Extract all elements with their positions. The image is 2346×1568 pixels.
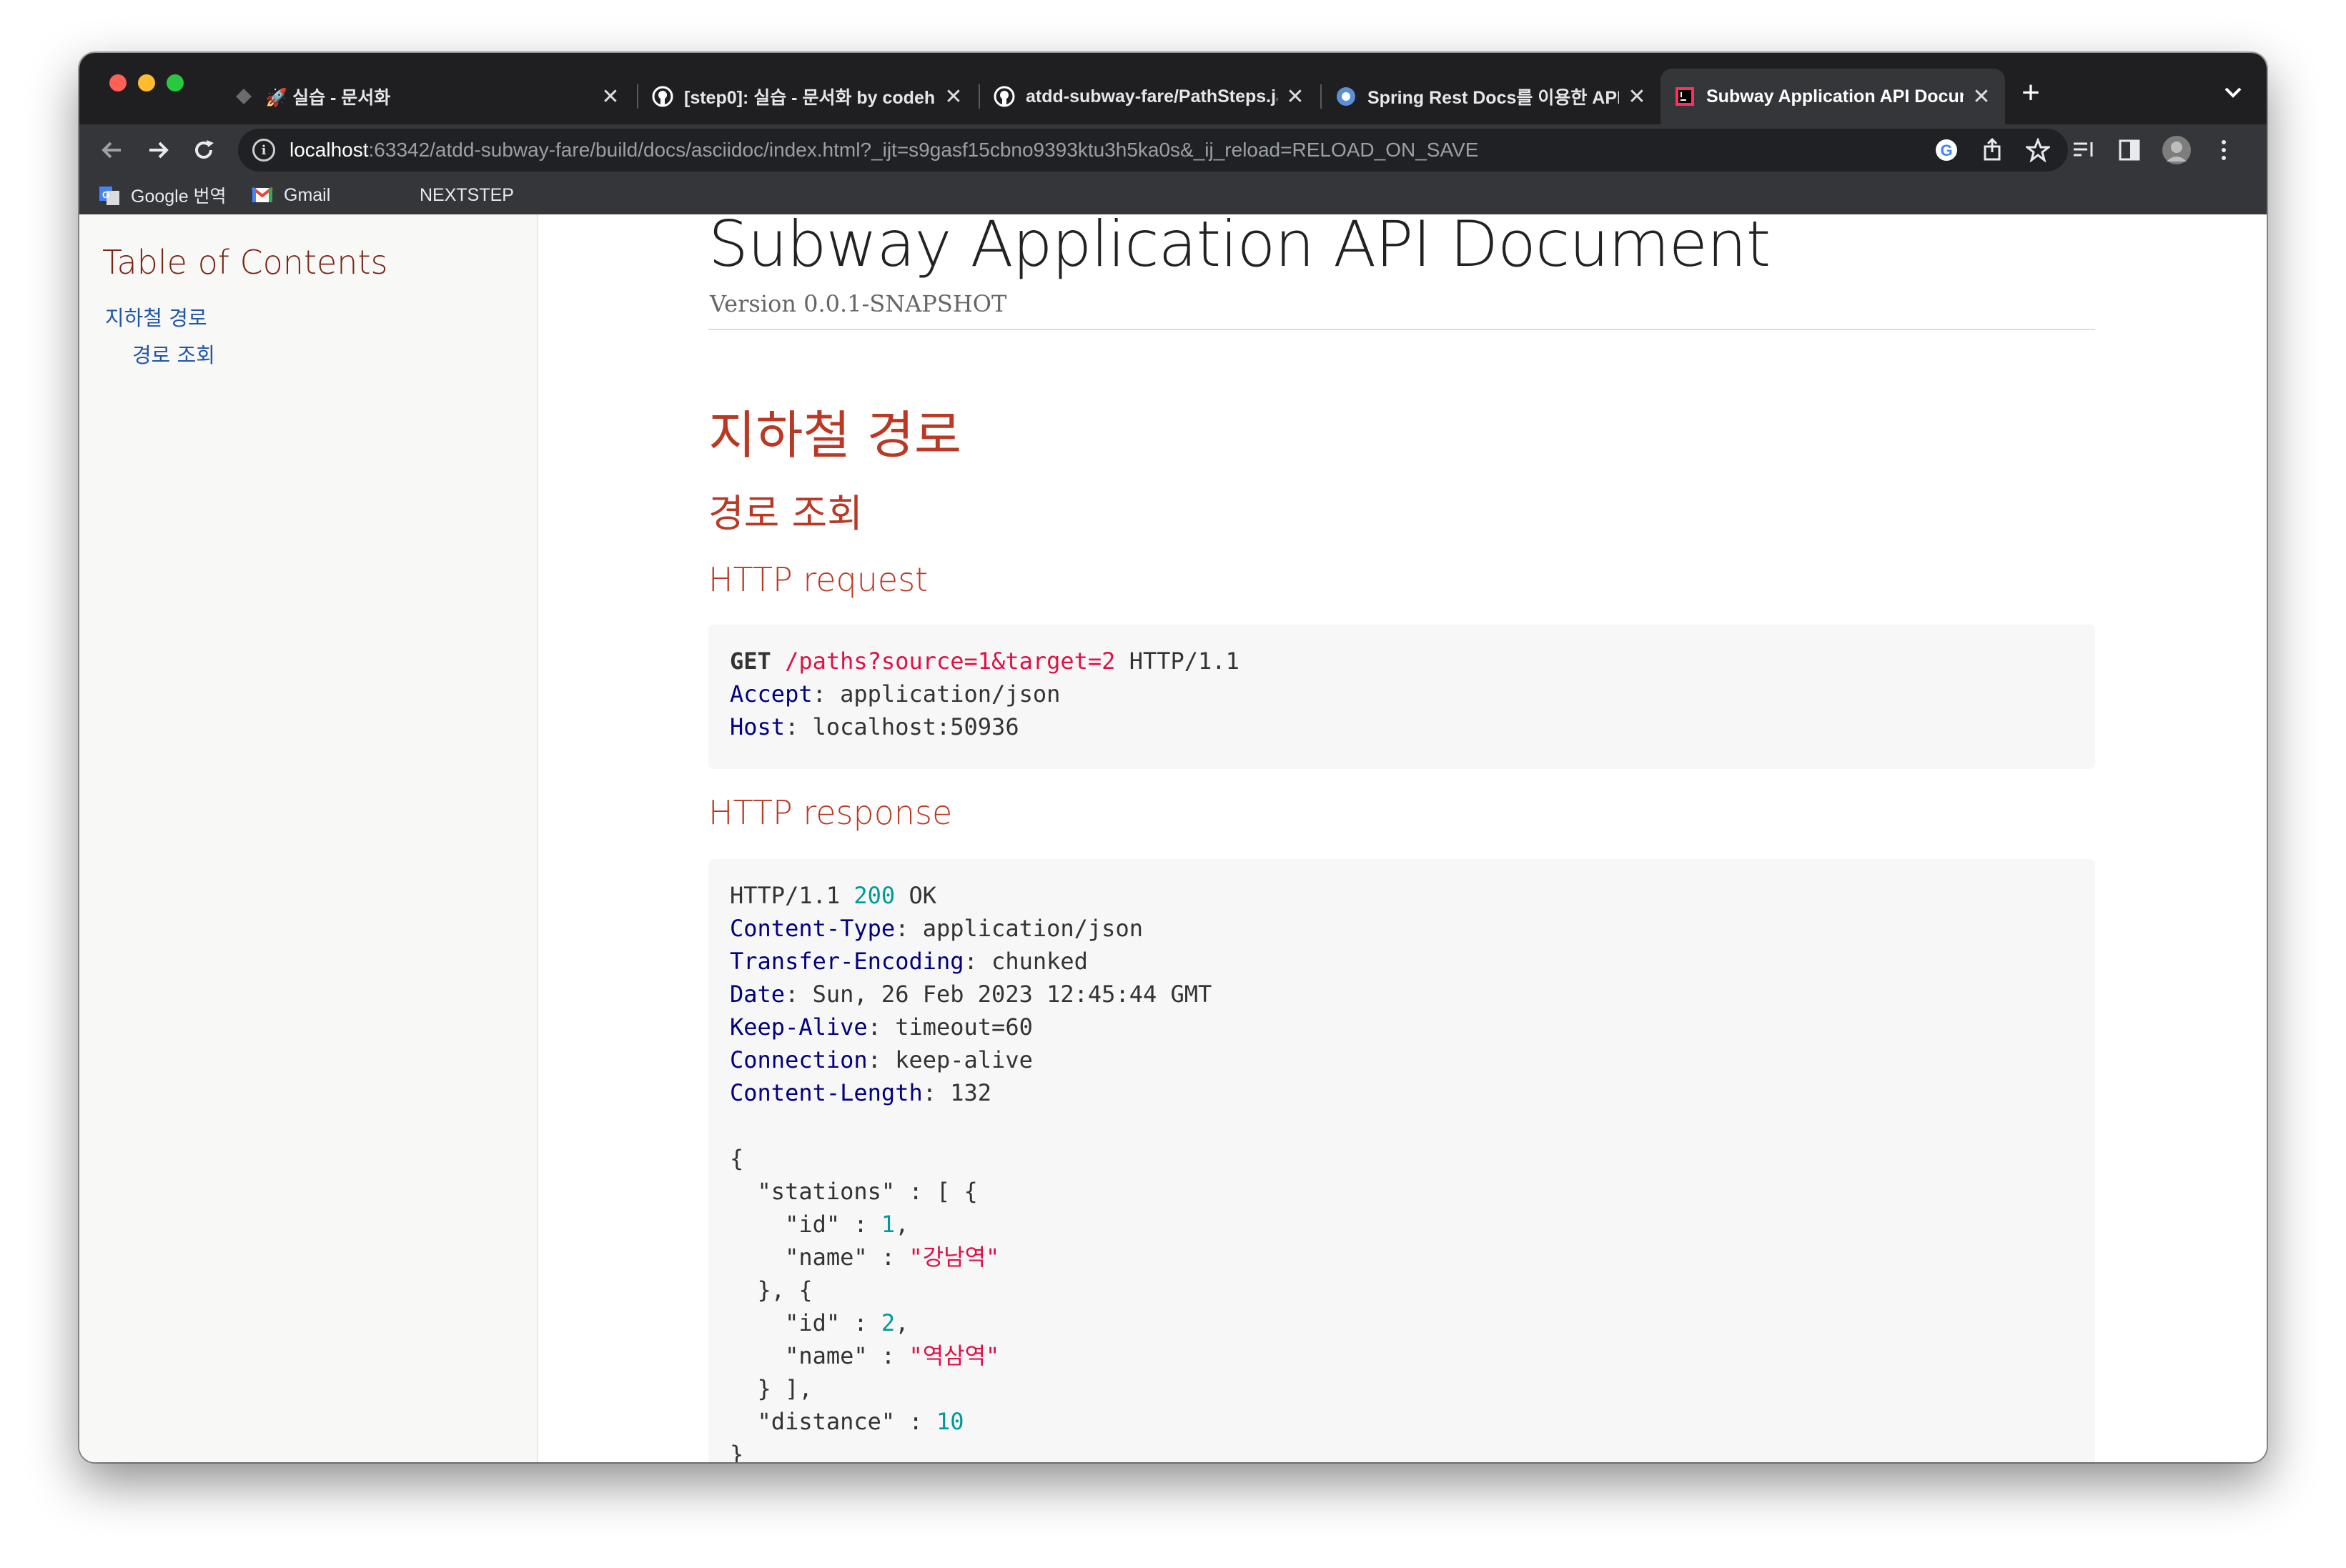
toc-title: Table of Contents bbox=[102, 243, 388, 282]
svg-text:G: G bbox=[1940, 142, 1952, 159]
reload-icon bbox=[195, 140, 214, 159]
address-bar[interactable]: i localhost:63342/atdd-subway-fare/build… bbox=[238, 129, 2068, 172]
http-response-heading: HTTP response bbox=[708, 793, 953, 832]
bookmark-gmail[interactable]: Gmail bbox=[251, 182, 330, 209]
arrow-left-icon bbox=[102, 142, 121, 159]
tab-subway-api-doc[interactable]: Subway Application API Docum ✕ bbox=[1660, 69, 2005, 124]
bookmark-star-icon[interactable] bbox=[2021, 133, 2055, 167]
close-icon[interactable]: ✕ bbox=[1626, 84, 1648, 109]
toc-sidebar: Table of Contents 지하철 경로 경로 조회 bbox=[79, 214, 538, 1462]
forward-button[interactable] bbox=[139, 132, 177, 169]
info-icon[interactable]: i bbox=[252, 139, 275, 162]
menu-icon[interactable] bbox=[2207, 133, 2241, 167]
google-icon[interactable]: G bbox=[1929, 133, 1964, 167]
minimize-window-button[interactable] bbox=[138, 74, 155, 91]
tab-search-button[interactable] bbox=[2215, 74, 2251, 110]
close-icon[interactable]: ✕ bbox=[600, 84, 621, 109]
tab-label: Subway Application API Docum bbox=[1706, 86, 1964, 106]
google-translate-icon: G bbox=[98, 184, 121, 207]
github-icon bbox=[651, 85, 674, 108]
close-window-button[interactable] bbox=[109, 74, 127, 91]
tab-label: 🚀 실습 - 문서화 bbox=[265, 88, 391, 108]
http-request-listing: GET /paths?source=1&target=2 HTTP/1.1 Ac… bbox=[708, 625, 2095, 769]
chevron-down-icon bbox=[2224, 87, 2242, 98]
close-icon[interactable]: ✕ bbox=[943, 84, 964, 109]
maximize-window-button[interactable] bbox=[167, 74, 184, 91]
share-icon[interactable] bbox=[1975, 133, 2009, 167]
section-heading: 지하철 경로 bbox=[708, 405, 962, 465]
browser-window: 🚀 실습 - 문서화 ✕ [step0]: 실습 - 문서화 by codehc… bbox=[79, 53, 2267, 1462]
toolbar: i localhost:63342/atdd-subway-fare/build… bbox=[79, 124, 2267, 176]
url-text[interactable]: localhost:63342/atdd-subway-fare/build/d… bbox=[289, 139, 1478, 162]
subsection-heading: 경로 조회 bbox=[708, 491, 863, 536]
bookmarks-bar: G Google 번역 Gmail NEXTSTEP bbox=[79, 176, 2267, 216]
avatar[interactable] bbox=[2159, 133, 2194, 167]
intellij-icon bbox=[1673, 85, 1696, 108]
spring-icon bbox=[1335, 85, 1357, 108]
tab-github-step0[interactable]: [step0]: 실습 - 문서화 by codehc ✕ bbox=[638, 69, 977, 124]
close-icon[interactable]: ✕ bbox=[1285, 84, 1306, 109]
toc-link-subway-path[interactable]: 지하철 경로 bbox=[105, 302, 207, 332]
tab-spring-rest-docs[interactable]: Spring Rest Docs를 이용한 API 문 ✕ bbox=[1322, 69, 1660, 124]
tab-github-pathsteps[interactable]: atdd-subway-fare/PathSteps.ja ✕ bbox=[980, 69, 1319, 124]
page-content: Table of Contents 지하철 경로 경로 조회 Subway Ap… bbox=[79, 214, 2267, 1462]
side-panel-icon[interactable] bbox=[2112, 133, 2147, 167]
new-tab-button[interactable]: + bbox=[2009, 71, 2052, 114]
svg-text:G: G bbox=[102, 189, 109, 200]
http-response-listing: HTTP/1.1 200 OK Content-Type: applicatio… bbox=[708, 859, 2095, 1462]
bookmark-label: NEXTSTEP bbox=[420, 184, 514, 205]
close-icon[interactable]: ✕ bbox=[1971, 84, 1992, 109]
tab-practice-docs[interactable]: 🚀 실습 - 문서화 ✕ bbox=[219, 69, 634, 124]
nextstep-icon bbox=[387, 184, 410, 207]
divider bbox=[708, 329, 2095, 330]
bookmark-label: Gmail bbox=[284, 184, 331, 205]
bookmark-label: Google 번역 bbox=[131, 187, 227, 207]
gmail-icon bbox=[251, 184, 274, 207]
tab-strip: 🚀 실습 - 문서화 ✕ [step0]: 실습 - 문서화 by codehc… bbox=[79, 53, 2267, 124]
bookmark-google-translate[interactable]: G Google 번역 bbox=[98, 182, 227, 209]
reload-button[interactable] bbox=[185, 132, 222, 169]
tab-label: [step0]: 실습 - 문서화 by codehc bbox=[684, 88, 936, 108]
reading-list-icon[interactable] bbox=[2067, 133, 2101, 167]
page-title: Subway Application API Document bbox=[708, 214, 1771, 281]
github-icon bbox=[993, 85, 1016, 108]
version-label: Version 0.0.1-SNAPSHOT bbox=[710, 290, 1007, 317]
toc-link-path-lookup[interactable]: 경로 조회 bbox=[132, 339, 215, 369]
tab-label: atdd-subway-fare/PathSteps.ja bbox=[1026, 86, 1277, 106]
http-request-heading: HTTP request bbox=[708, 560, 929, 599]
arrow-right-icon bbox=[149, 142, 169, 159]
dot-icon bbox=[232, 85, 255, 108]
bookmark-nextstep[interactable]: NEXTSTEP bbox=[387, 182, 514, 209]
back-button[interactable] bbox=[94, 132, 131, 169]
tab-label: Spring Rest Docs를 이용한 API 문 bbox=[1367, 88, 1619, 108]
